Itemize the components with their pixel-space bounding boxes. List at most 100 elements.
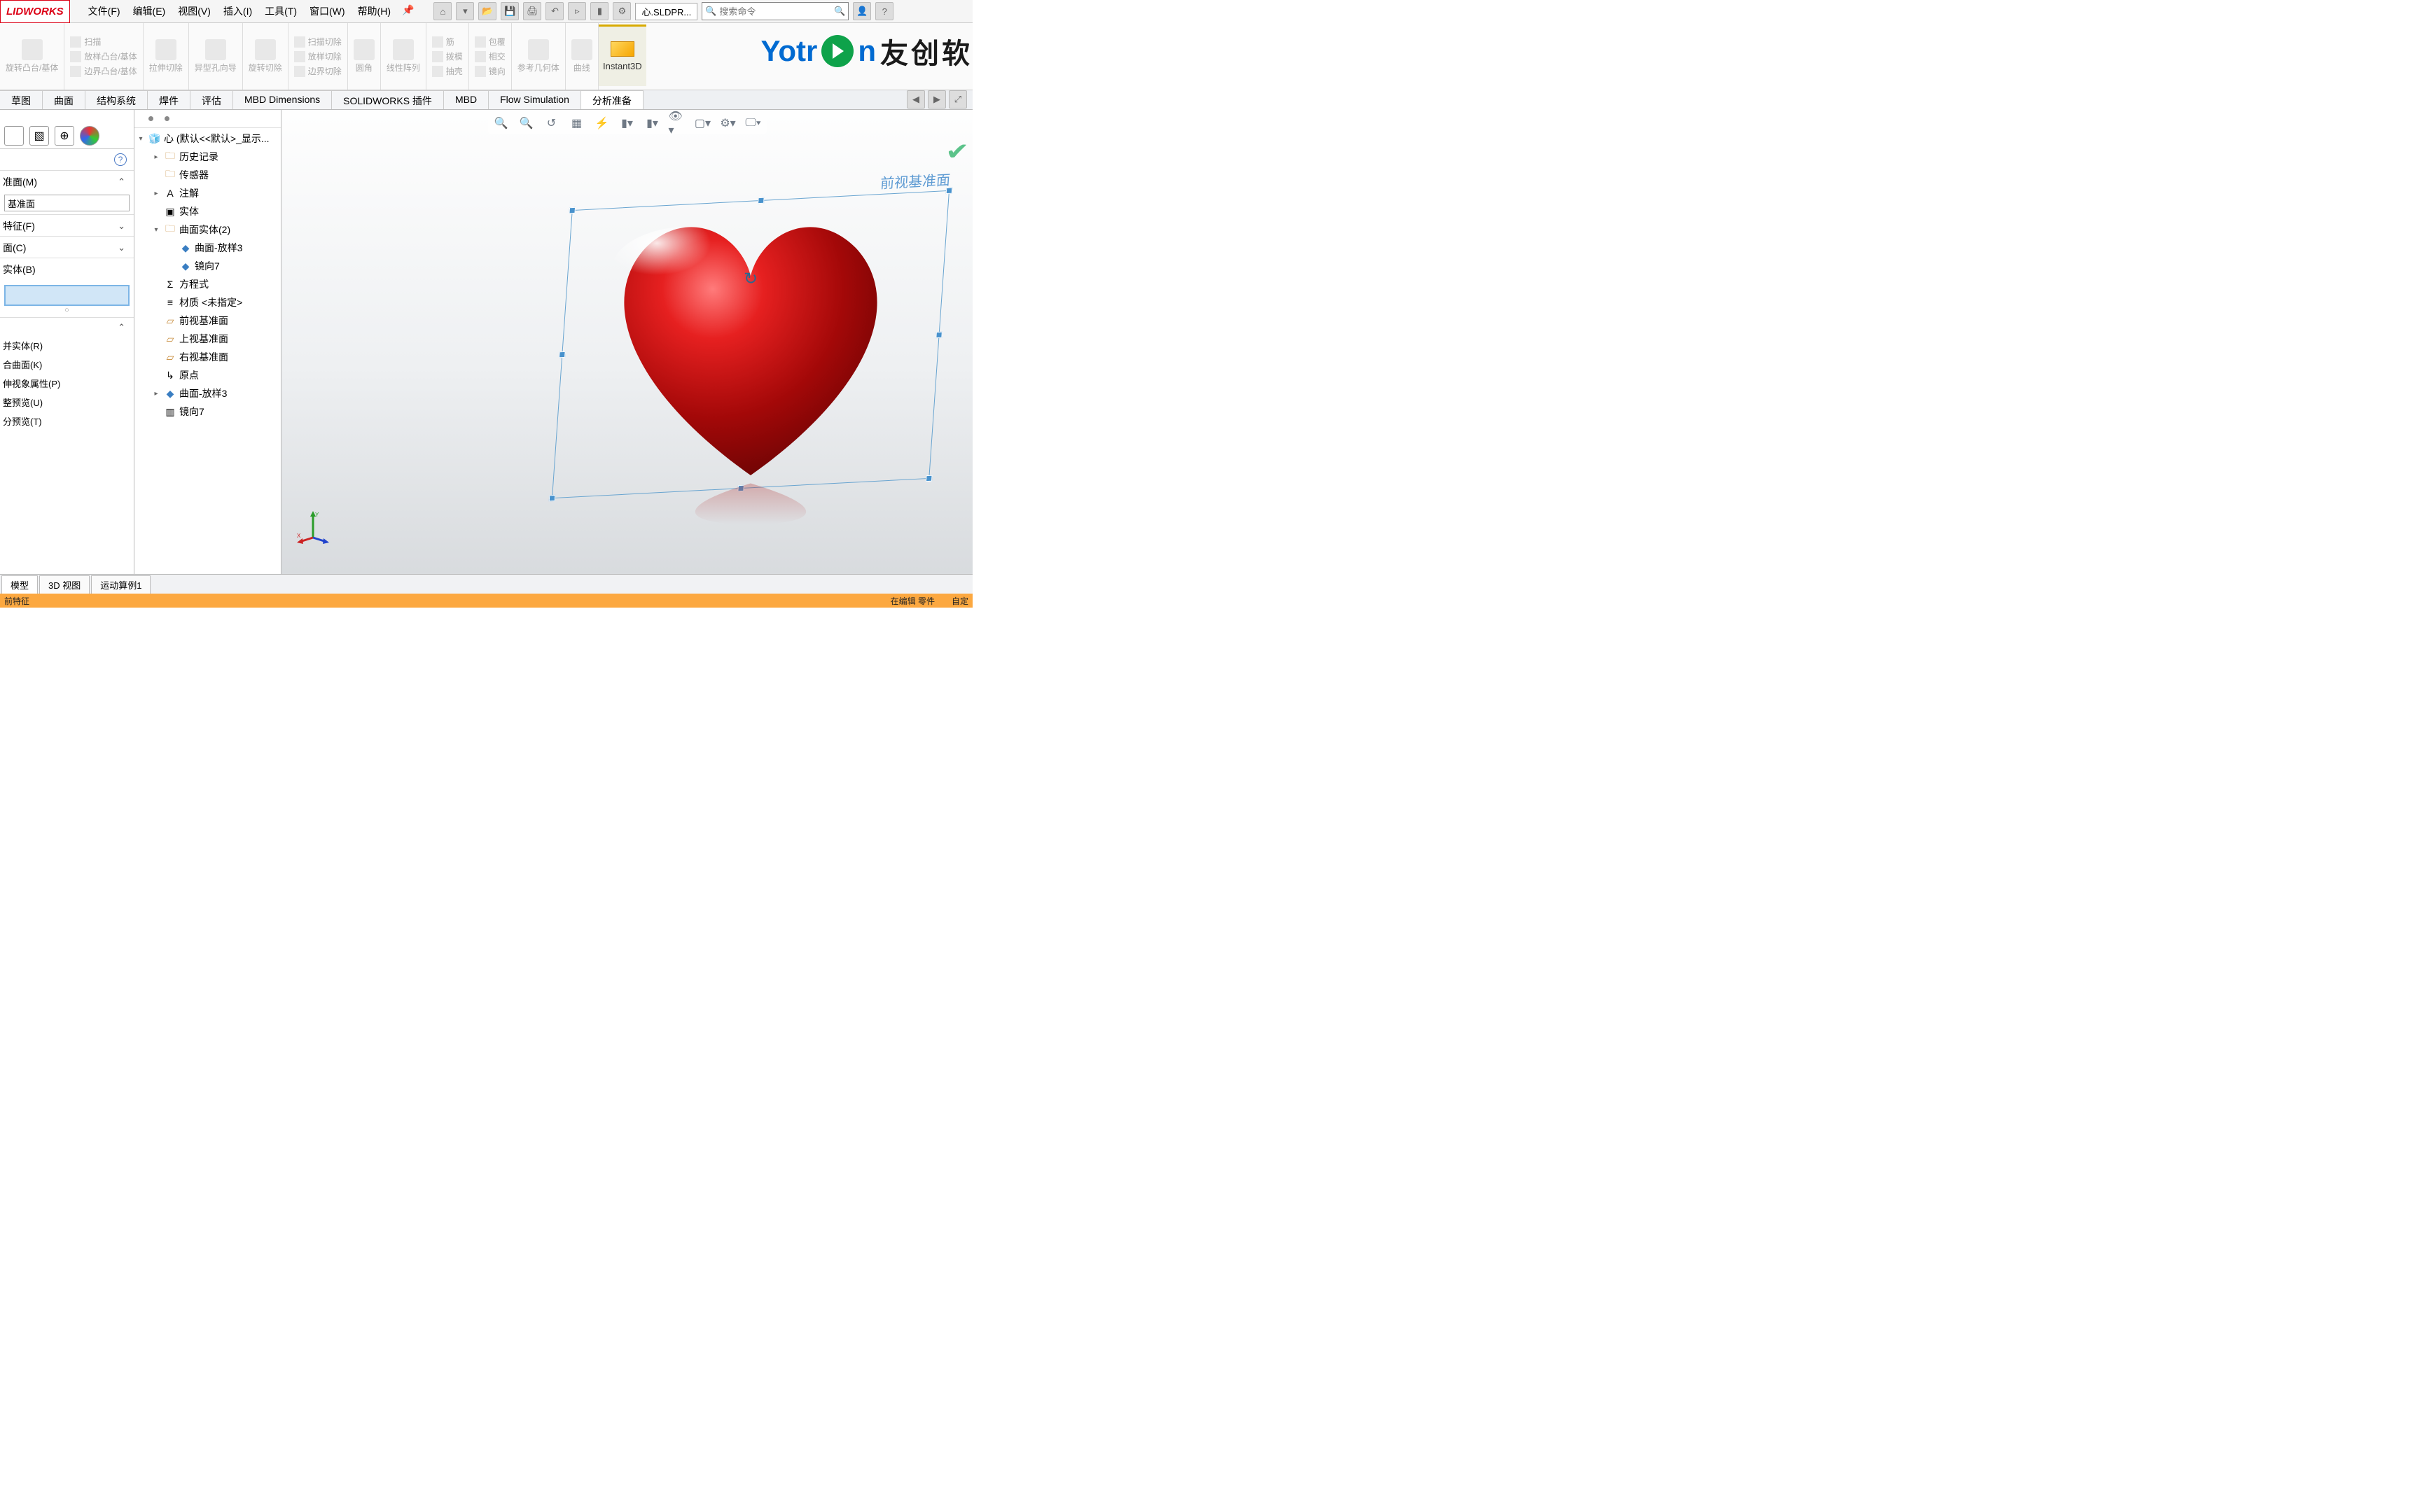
pm-icon-3[interactable]: ⊕ — [55, 126, 74, 146]
lpattern-button[interactable]: 线性阵列 — [387, 39, 420, 74]
search-go-icon[interactable]: 🔍 — [834, 6, 845, 17]
options-icon[interactable]: ⚙ — [613, 2, 631, 20]
handle-bl[interactable] — [549, 495, 556, 502]
zoom-fit-icon[interactable]: 🔍 — [492, 114, 510, 132]
tree-root[interactable]: ▾🧊心 (默认<<默认>_显示... — [136, 130, 281, 148]
tree-surfloft3[interactable]: ◆曲面-放样3 — [136, 239, 281, 257]
sweep-cut-button[interactable]: 扫描切除 — [294, 36, 342, 48]
opt-merge-solid[interactable]: 并实体(R) — [0, 336, 134, 355]
rotate-boss-button[interactable]: 旋转凸台/基体 — [6, 39, 58, 74]
tree-right-plane[interactable]: ▱右视基准面 — [136, 348, 281, 366]
tab-struct[interactable]: 结构系统 — [85, 90, 148, 109]
menu-window[interactable]: 窗口(W) — [305, 1, 349, 21]
curve-button[interactable]: 曲线 — [571, 39, 592, 74]
zoom-area-icon[interactable]: 🔍 — [517, 114, 536, 132]
opt-full-preview[interactable]: 整预览(U) — [0, 393, 134, 412]
bound-cut-button[interactable]: 边界切除 — [294, 65, 342, 77]
help-icon[interactable]: ? — [875, 2, 893, 20]
tab-surface[interactable]: 曲面 — [43, 90, 85, 109]
tree-mirror7[interactable]: ◆镜向7 — [136, 257, 281, 275]
pm-body-selection[interactable] — [4, 285, 130, 306]
tab-analysis[interactable]: 分析准备 — [581, 90, 644, 109]
menu-insert[interactable]: 插入(I) — [219, 1, 256, 21]
opt-propagate-vis[interactable]: 伸视象属性(P) — [0, 374, 134, 393]
refgeom-button[interactable]: 参考几何体 — [517, 39, 559, 74]
doc-name[interactable]: 心.SLDPR... — [635, 3, 697, 20]
appearance-icon[interactable]: ⚡ — [593, 114, 611, 132]
section-icon[interactable]: ▦ — [568, 114, 586, 132]
viewport[interactable]: 🔍 🔍 ↺ ▦ ⚡ ▮▾ ▮▾ 👁▾ ▢▾ ⚙▾ 🖵▾ ✔ 前视基准面 — [281, 110, 973, 574]
shell-button[interactable]: 抽壳 — [432, 65, 463, 77]
tree-solid[interactable]: ▣实体 — [136, 202, 281, 220]
tab-prev-icon[interactable]: ◀ — [907, 90, 925, 108]
tree-surfbodies[interactable]: ▾🗀曲面实体(2) — [136, 220, 281, 239]
rebuild-icon[interactable]: ▮ — [590, 2, 609, 20]
tab-flow[interactable]: Flow Simulation — [489, 90, 581, 109]
tree-mirror7b[interactable]: ▥镜向7 — [136, 402, 281, 421]
pin-icon[interactable]: 📌 — [399, 1, 417, 21]
user-icon[interactable]: 👤 — [853, 2, 871, 20]
home-icon[interactable]: ⌂ — [433, 2, 452, 20]
tab-weld[interactable]: 焊件 — [148, 90, 190, 109]
handle-br[interactable] — [926, 475, 933, 482]
pm-input-m[interactable] — [4, 195, 130, 211]
rib-button[interactable]: 筋 — [432, 36, 463, 48]
pm-icon-2[interactable]: ▧ — [29, 126, 49, 146]
handle-rm[interactable] — [936, 332, 943, 339]
open-icon[interactable]: 📂 — [478, 2, 496, 20]
menu-view[interactable]: 视图(V) — [174, 1, 215, 21]
prev-view-icon[interactable]: ↺ — [543, 114, 561, 132]
opt-partial-preview[interactable]: 分预览(T) — [0, 412, 134, 430]
tree-history[interactable]: ▸🗀历史记录 — [136, 148, 281, 166]
fillet-button[interactable]: 圆角 — [354, 39, 375, 74]
search-box[interactable]: 🔍 🔍 — [702, 2, 849, 20]
tab-next-icon[interactable]: ▶ — [928, 90, 946, 108]
pm-sec-opts-head[interactable]: ⌃ — [0, 317, 134, 336]
menu-edit[interactable]: 编辑(E) — [129, 1, 170, 21]
pm-icon-4[interactable] — [80, 126, 99, 146]
handle-tr[interactable] — [946, 188, 953, 195]
btab-3dview[interactable]: 3D 视图 — [39, 575, 90, 594]
tree-annotations[interactable]: ▸A注解 — [136, 184, 281, 202]
pm-sec-b-head[interactable]: 实体(B) — [0, 258, 134, 279]
sweep-button[interactable]: 扫描 — [70, 36, 137, 48]
handle-tm[interactable] — [758, 197, 765, 204]
tree-material[interactable]: ≡材质 <未指定> — [136, 293, 281, 312]
handle-tl[interactable] — [569, 207, 576, 214]
select-icon[interactable]: ▹ — [568, 2, 586, 20]
monitor-icon[interactable]: 🖵▾ — [744, 114, 763, 132]
tab-sketch[interactable]: 草图 — [0, 90, 43, 109]
settings-icon[interactable]: ⚙▾ — [719, 114, 737, 132]
tab-expand-icon[interactable]: ⤢ — [949, 90, 967, 108]
loft-cut-button[interactable]: 放样切除 — [294, 50, 342, 62]
pm-sec-c-head[interactable]: 面(C)⌄ — [0, 236, 134, 258]
save-icon[interactable]: 💾 — [501, 2, 519, 20]
mirror-button[interactable]: 镜向 — [475, 65, 506, 77]
print-icon[interactable]: 🖨 — [523, 2, 541, 20]
loft-button[interactable]: 放样凸台/基体 — [70, 50, 137, 62]
new-icon[interactable]: ▾ — [456, 2, 474, 20]
instant3d-button[interactable]: Instant3D — [599, 24, 646, 86]
tree-front-plane[interactable]: ▱前视基准面 — [136, 312, 281, 330]
tree-equations[interactable]: Σ方程式 — [136, 275, 281, 293]
pm-sec-m-head[interactable]: 准面(M)⌃ — [0, 170, 134, 192]
tree-sensors[interactable]: 🗀传感器 — [136, 166, 281, 184]
handle-lm[interactable] — [559, 351, 566, 358]
pm-help[interactable]: ? — [0, 149, 134, 170]
menu-help[interactable]: 帮助(H) — [354, 1, 395, 21]
heart-model[interactable]: ↻ — [576, 209, 926, 574]
tab-eval[interactable]: 评估 — [190, 90, 233, 109]
tab-addin[interactable]: SOLIDWORKS 插件 — [332, 90, 444, 109]
boundary-button[interactable]: 边界凸台/基体 — [70, 65, 137, 77]
camera-icon[interactable]: ▢▾ — [694, 114, 712, 132]
hide-show-icon[interactable]: 👁▾ — [669, 114, 687, 132]
draft-button[interactable]: 拨模 — [432, 50, 463, 62]
display-icon[interactable]: ▮▾ — [618, 114, 637, 132]
tree-loft3[interactable]: ▸◆曲面-放样3 — [136, 384, 281, 402]
intersect-button[interactable]: 相交 — [475, 50, 506, 62]
tab-mbddim[interactable]: MBD Dimensions — [233, 90, 332, 109]
scene-icon[interactable]: ▮▾ — [644, 114, 662, 132]
hole-button[interactable]: 异型孔向导 — [195, 39, 237, 74]
btab-motion[interactable]: 运动算例1 — [91, 575, 151, 594]
extr-cut-button[interactable]: 拉伸切除 — [149, 39, 183, 74]
